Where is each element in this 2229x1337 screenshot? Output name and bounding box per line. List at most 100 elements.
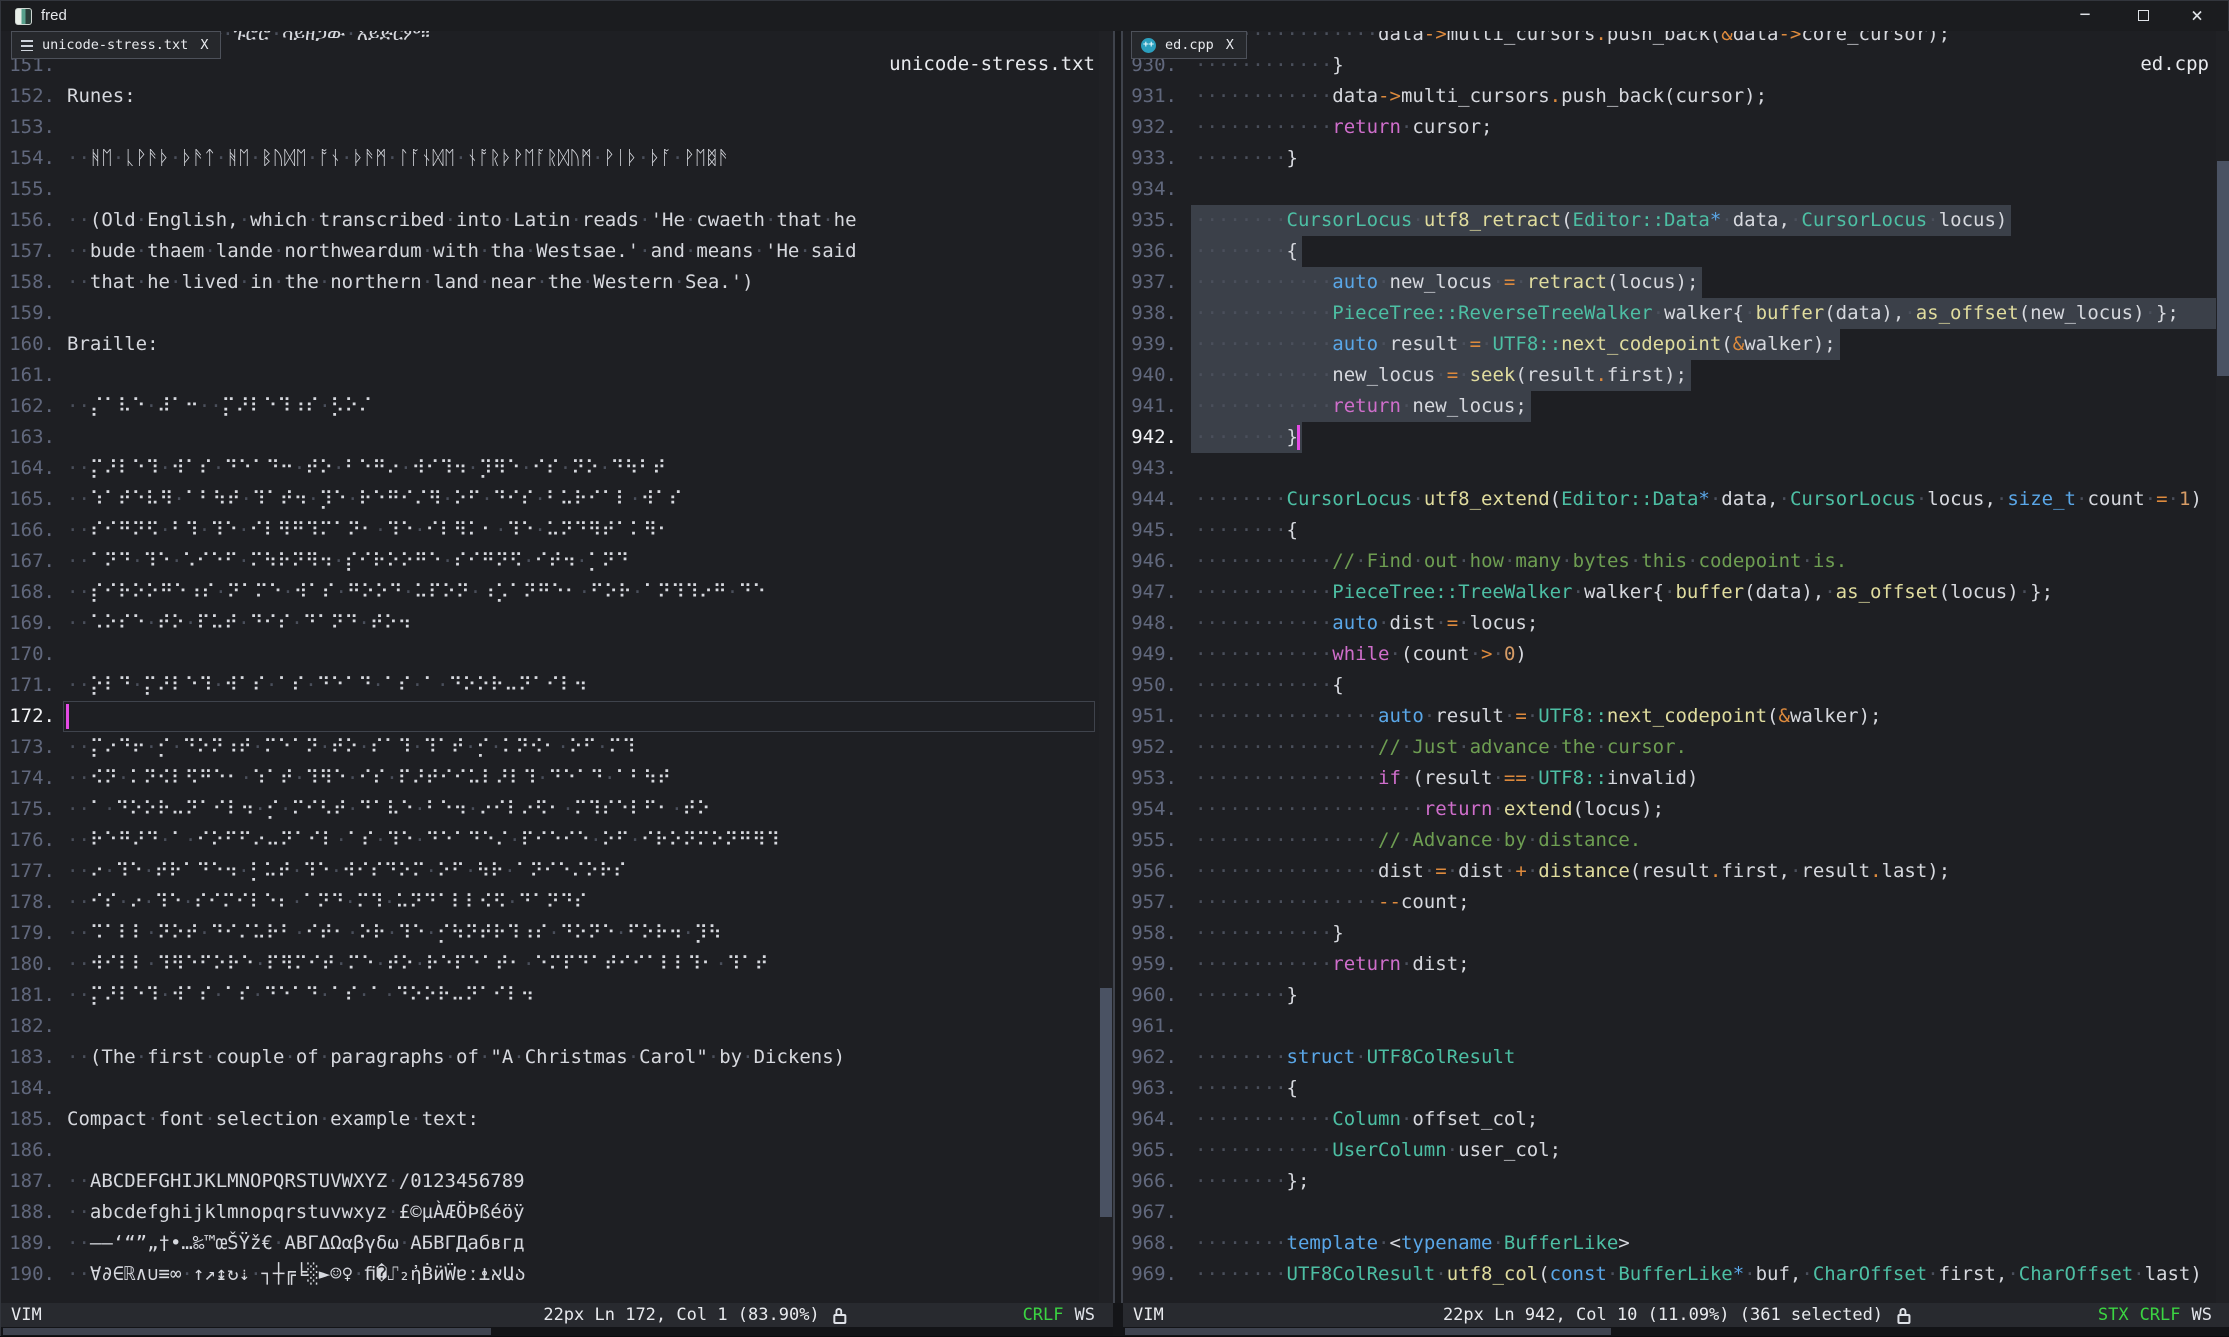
left-editor-pane[interactable]: 150.··እግዜር·የከፈተውን·ጉሮሮ·ሳይዘጋው·አይድርም።151.15… (1, 31, 1113, 1303)
right-lock-icon[interactable] (1897, 1314, 1910, 1324)
code-line[interactable]: 939.············auto·result·=·UTF8::next… (1123, 329, 2216, 360)
right-code-lines[interactable]: 929.················data->multi_cursors.… (1123, 31, 2216, 1290)
code-line[interactable]: 156.··(Old·English,·which·transcribed·in… (1, 205, 1099, 236)
left-lock-icon[interactable] (834, 1314, 847, 1324)
code-line[interactable]: 187.··ABCDEFGHIJKLMNOPQRSTUVWXYZ·/012345… (1, 1166, 1099, 1197)
left-code-lines[interactable]: 150.··እግዜር·የከፈተውን·ጉሮሮ·ሳይዘጋው·አይድርም።151.15… (1, 31, 1099, 1290)
code-line[interactable]: 963.········{ (1123, 1073, 2216, 1104)
code-line[interactable]: 186. (1, 1135, 1099, 1166)
code-line[interactable]: 172. (1, 701, 1099, 732)
right-hscroll-thumb[interactable] (1125, 1328, 1611, 1335)
code-line[interactable]: 176.··⠗⠑⠛⠜⠙·⠁·⠊⠕⠋⠋⠔⠤⠝⠁⠊⠇·⠁⠎·⠹⠑·⠙⠑⠁⠙⠑⠌·⠏⠊… (1, 825, 1099, 856)
code-line[interactable]: 157.··bude·thaem·lande·northweardum·with… (1, 236, 1099, 267)
close-button[interactable]: × (2174, 1, 2220, 31)
code-line[interactable]: 953.················if·(result·==·UTF8::… (1123, 763, 2216, 794)
code-line[interactable]: 937.············auto·new_locus·=·retract… (1123, 267, 2216, 298)
code-line[interactable]: 945.········{ (1123, 515, 2216, 546)
minimize-button[interactable]: − (2062, 1, 2108, 31)
code-line[interactable]: 965.············UserColumn·user_col; (1123, 1135, 2216, 1166)
code-line[interactable]: 183.··(The·first·couple·of·paragraphs·of… (1, 1042, 1099, 1073)
code-line[interactable]: 152.Runes: (1, 81, 1099, 112)
code-line[interactable]: 177.··⠔·⠹⠑·⠞⠗⠁⠙⠑⠲·⡃⠥⠞·⠹⠑·⠺⠊⠎⠙⠕⠍·⠕⠋·⠳⠗·⠁⠝… (1, 856, 1099, 887)
code-line[interactable]: 170. (1, 639, 1099, 670)
code-line[interactable]: 161. (1, 360, 1099, 391)
code-line[interactable]: 929.················data->multi_cursors.… (1123, 31, 2216, 50)
right-vscroll-thumb[interactable] (2217, 161, 2229, 376)
code-line[interactable]: 190.··∀∂∈ℝ∧∪≡∞·↑↗↨↻⇣·┐┼╔╘░►☺♀·ﬁ�⑀₂ἠḂӥẄɐː… (1, 1259, 1099, 1290)
code-line[interactable]: 182. (1, 1011, 1099, 1042)
code-line[interactable]: 950.············{ (1123, 670, 2216, 701)
code-line[interactable]: 969.········UTF8ColResult·utf8_col(const… (1123, 1259, 2216, 1290)
code-line[interactable]: 184. (1, 1073, 1099, 1104)
code-line[interactable]: 957.················--count; (1123, 887, 2216, 918)
code-line[interactable]: 960.········} (1123, 980, 2216, 1011)
code-line[interactable]: 169.··⠡⠕⠎⠑·⠞⠕·⠏⠥⠞·⠙⠊⠎·⠙⠁⠝⠙·⠞⠕⠲ (1, 608, 1099, 639)
code-line[interactable]: 952.················//·Just·advance·the·… (1123, 732, 2216, 763)
code-line[interactable]: 188.··abcdefghijklmnopqrstuvwxyz·£©µÀÆÖÞ… (1, 1197, 1099, 1228)
right-editor-pane[interactable]: 929.················data->multi_cursors.… (1123, 31, 2229, 1303)
code-line[interactable]: 949.············while·(count·>·0) (1123, 639, 2216, 670)
tab-close-icon[interactable]: X (200, 37, 208, 53)
code-line[interactable]: 943. (1123, 453, 2216, 484)
code-line[interactable]: 932.············return·cursor; (1123, 112, 2216, 143)
code-line[interactable]: 166.··⠎⠊⠛⠝⠫·⠃⠹·⠹⠑·⠊⠇⠻⠛⠹⠍⠁⠝⠂·⠹⠑·⠊⠇⠻⠅⠂·⠹⠑·… (1, 515, 1099, 546)
code-line[interactable]: 175.··⠁·⠙⠕⠕⠗⠤⠝⠁⠊⠇⠲·⡊·⠍⠊⠣⠞·⠙⠁⠧⠑·⠃⠑⠲·⠔⠊⠇⠔⠫… (1, 794, 1099, 825)
code-line[interactable]: 174.··⠪⠝·⠅⠝⠪⠇⠫⠛⠑⠂·⠱⠁⠞·⠹⠻⠑·⠊⠎·⠏⠜⠞⠊⠊⠥⠇⠜⠇⠹·… (1, 763, 1099, 794)
code-line[interactable]: 967. (1123, 1197, 2216, 1228)
code-line[interactable]: 154.··ᚻᛖ·ᚳᚹᚫᚦ·ᚦᚫᛏ·ᚻᛖ·ᛒᚢᛞᛖ·ᚩᚾ·ᚦᚫᛗ·ᛚᚪᚾᛞᛖ·ᚾ… (1, 143, 1099, 174)
maximize-button[interactable] (2120, 1, 2166, 31)
code-line[interactable]: 948.············auto·dist·=·locus; (1123, 608, 2216, 639)
code-line[interactable]: 178.··⠊⠎·⠔·⠹⠑·⠎⠊⠍⠊⠇⠑⠆·⠁⠝⠙·⠍⠹·⠥⠝⠙⠁⠇⠇⠪⠫·⠙⠁… (1, 887, 1099, 918)
tab-ed-cpp[interactable]: ++ ed.cpp X (1131, 31, 1247, 59)
code-line[interactable]: 171.··⡕⠇⠙·⡍⠜⠇⠑⠹·⠺⠁⠎·⠁⠎·⠙⠑⠁⠙·⠁⠎·⠁·⠙⠕⠕⠗⠤⠝⠁… (1, 670, 1099, 701)
code-line[interactable]: 155. (1, 174, 1099, 205)
code-line[interactable]: 930.············} (1123, 50, 2216, 81)
code-line[interactable]: 956.················dist·=·dist·+·distan… (1123, 856, 2216, 887)
code-line[interactable]: 947.············PieceTree::TreeWalker·wa… (1123, 577, 2216, 608)
code-line[interactable]: 958.············} (1123, 918, 2216, 949)
code-line[interactable]: 961. (1123, 1011, 2216, 1042)
code-line[interactable]: 933.········} (1123, 143, 2216, 174)
code-line[interactable]: 162.··⡌⠁⠧⠑·⠼⠁⠒··⡍⠜⠇⠑⠹⠰⠎·⡣⠕⠌ (1, 391, 1099, 422)
code-line[interactable]: 966.········}; (1123, 1166, 2216, 1197)
code-line[interactable]: 944.········CursorLocus·utf8_extend(Edit… (1123, 484, 2216, 515)
pane-splitter[interactable] (1113, 31, 1123, 1303)
code-line[interactable]: 173.··⡍⠔⠙⠖·⡊·⠙⠕⠝⠰⠞·⠍⠑⠁⠝·⠞⠕·⠎⠁⠹·⠹⠁⠞·⡊·⠅⠝⠪… (1, 732, 1099, 763)
code-line[interactable]: 955.················//·Advance·by·distan… (1123, 825, 2216, 856)
code-line[interactable]: 165.··⠱⠁⠞⠑⠧⠻·⠁⠃⠳⠞·⠹⠁⠞⠲·⡹⠑·⠗⠑⠛⠊⠌⠻·⠕⠋·⠙⠊⠎·… (1, 484, 1099, 515)
left-vscroll-thumb[interactable] (1100, 988, 1112, 1217)
code-line[interactable]: 940.············new_locus·=·seek(result.… (1123, 360, 2216, 391)
code-line[interactable]: 951.················auto·result·=·UTF8::… (1123, 701, 2216, 732)
code-line[interactable]: 959.············return·dist; (1123, 949, 2216, 980)
code-line[interactable]: 153. (1, 112, 1099, 143)
left-hscroll-thumb[interactable] (3, 1328, 491, 1335)
code-line[interactable]: 936.········{ (1123, 236, 2216, 267)
code-line[interactable]: 189.··–—‘“”„†•…‰™œŠŸž€·ΑΒΓΔΩαβγδω·АБВГДа… (1, 1228, 1099, 1259)
code-line[interactable]: 168.··⡎⠊⠗⠕⠕⠛⠑⠰⠎·⠝⠁⠍⠑·⠺⠁⠎·⠛⠕⠕⠙·⠥⠏⠕⠝·⠰⡡⠁⠝⠛… (1, 577, 1099, 608)
code-line[interactable]: 941.············return·new_locus; (1123, 391, 2216, 422)
code-line[interactable]: 968.········template·<typename·BufferLik… (1123, 1228, 2216, 1259)
tab-close-icon[interactable]: X (1226, 37, 1234, 53)
code-line[interactable]: 954.····················return·extend(lo… (1123, 794, 2216, 825)
code-line[interactable]: 158.··that·he·lived·in·the·northern·land… (1, 267, 1099, 298)
tab-unicode-stress[interactable]: unicode-stress.txt X (11, 31, 221, 59)
code-line[interactable]: 964.············Column·offset_col; (1123, 1104, 2216, 1135)
code-line[interactable]: 942.········} (1123, 422, 2216, 453)
code-line[interactable]: 185.Compact·font·selection·example·text: (1, 1104, 1099, 1135)
code-line[interactable]: 181.··⡍⠜⠇⠑⠹·⠺⠁⠎·⠁⠎·⠙⠑⠁⠙·⠁⠎·⠁·⠙⠕⠕⠗⠤⠝⠁⠊⠇⠲ (1, 980, 1099, 1011)
code-line[interactable]: 934. (1123, 174, 2216, 205)
code-line[interactable]: 164.··⡍⠜⠇⠑⠹·⠺⠁⠎·⠙⠑⠁⠙⠒·⠞⠕·⠃⠑⠛⠔·⠺⠊⠹⠲·⡹⠻⠑·⠊… (1, 453, 1099, 484)
code-line[interactable]: 946.············//·Find·out·how·many·byt… (1123, 546, 2216, 577)
code-line[interactable]: 179.··⠩⠁⠇⠇·⠝⠕⠞·⠙⠊⠌⠥⠗⠃·⠊⠞⠂·⠕⠗·⠹⠑·⡊⠳⠝⠞⠗⠹⠰⠎… (1, 918, 1099, 949)
code-line[interactable]: 163. (1, 422, 1099, 453)
code-line[interactable]: 159. (1, 298, 1099, 329)
code-line[interactable]: 935.········CursorLocus·utf8_retract(Edi… (1123, 205, 2216, 236)
code-text: ··⠩⠁⠇⠇·⠝⠕⠞·⠙⠊⠌⠥⠗⠃·⠊⠞⠂·⠕⠗·⠹⠑·⡊⠳⠝⠞⠗⠹⠰⠎·⠙⠕⠝… (67, 918, 722, 949)
code-line[interactable]: 938.············PieceTree::ReverseTreeWa… (1123, 298, 2216, 329)
code-line[interactable]: 167.··⠁⠝⠙·⠹⠑·⠡⠊⠑⠋·⠍⠳⠗⠝⠻⠲·⡎⠊⠗⠕⠕⠛⠑·⠎⠊⠛⠝⠫·⠊… (1, 546, 1099, 577)
code-line[interactable]: 160.Braille: (1, 329, 1099, 360)
code-line[interactable]: 931.············data->multi_cursors.push… (1123, 81, 2216, 112)
code-line[interactable]: 962.········struct·UTF8ColResult (1123, 1042, 2216, 1073)
status-bar-gap (1113, 1303, 1123, 1337)
code-line[interactable]: 180.··⠺⠊⠇⠇·⠹⠻⠑⠋⠕⠗⠑·⠏⠻⠍⠊⠞·⠍⠑·⠞⠕·⠗⠑⠏⠑⠁⠞⠂·⠑… (1, 949, 1099, 980)
